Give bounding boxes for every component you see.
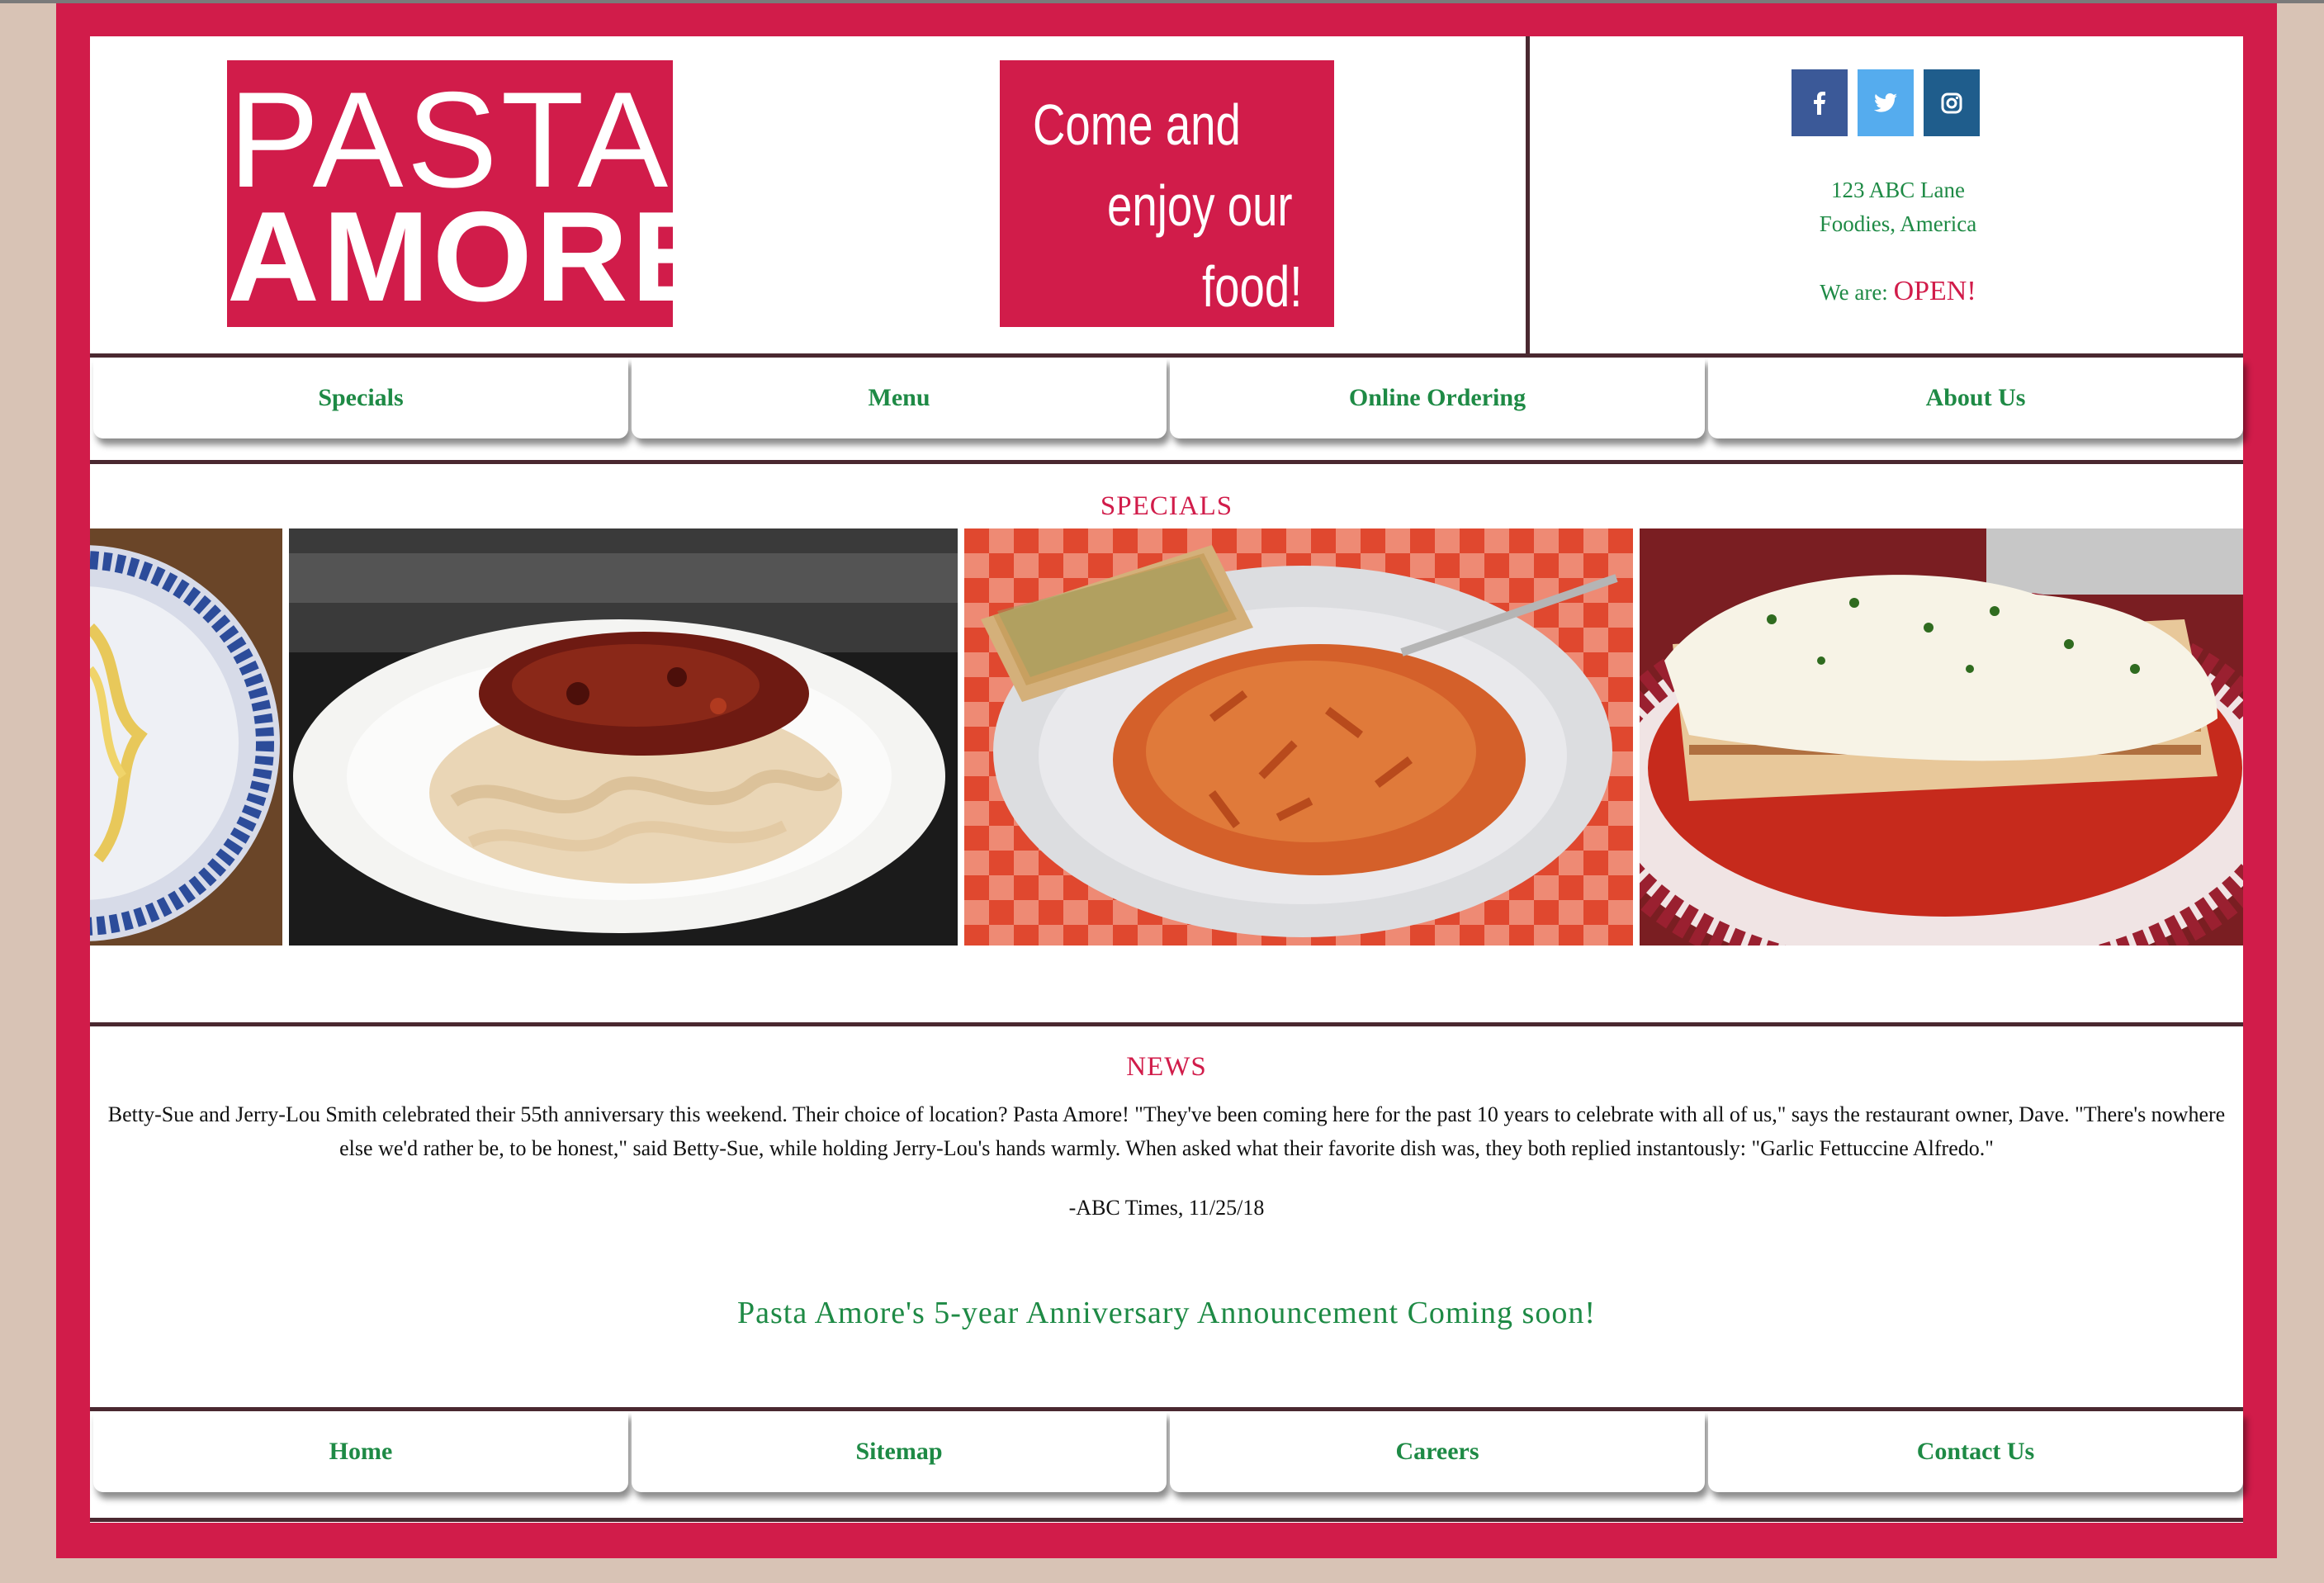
news-title: NEWS [1126,1052,1207,1082]
logo-text-line2: AMORE [227,185,673,327]
footer-nav: Home Sitemap Careers Contact Us [90,1411,2243,1492]
nav-menu[interactable]: Menu [632,358,1167,438]
nav-about-us[interactable]: About Us [1708,358,2243,438]
social-links [1792,69,1980,136]
status-value: OPEN! [1893,276,1976,306]
open-status: We are: OPEN! [1725,276,2071,307]
nav-specials[interactable]: Specials [93,358,628,438]
restaurant-address: 123 ABC Lane Foodies, America [1725,173,2071,241]
tagline-line-2: enjoy our [1107,173,1293,238]
specials-divider [90,1022,2243,1026]
specials-title: SPECIALS [1100,491,1233,521]
header-vertical-divider [1526,36,1530,355]
instagram-icon[interactable] [1924,69,1980,136]
address-line2: Foodies, America [1819,211,1977,236]
anniversary-announcement: Pasta Amore's 5-year Anniversary Announc… [736,1296,1596,1330]
address-line1: 123 ABC Lane [1831,178,1965,202]
special-image-penne-garlic-bread[interactable] [964,528,1633,946]
footer-home[interactable]: Home [93,1411,628,1492]
page-content: PASTA AMORE Come and enjoy our food! 123… [90,36,2243,1523]
footer-sitemap[interactable]: Sitemap [632,1411,1167,1492]
special-image-fettuccine-bolognese[interactable] [289,528,958,946]
tagline-line-1: Come and [1033,92,1241,157]
nav-divider [90,460,2243,464]
special-image-spaghetti[interactable] [90,528,282,946]
pasta-amore-logo[interactable]: PASTA AMORE [227,60,673,327]
page-frame: PASTA AMORE Come and enjoy our food! 123… [56,3,2277,1558]
status-label: We are: [1820,280,1888,305]
tagline-box: Come and enjoy our food! [1000,60,1334,327]
twitter-icon[interactable] [1858,69,1914,136]
nav-online-ordering[interactable]: Online Ordering [1170,358,1705,438]
news-source: -ABC Times, 11/25/18 [1068,1196,1265,1220]
footer-careers[interactable]: Careers [1170,1411,1705,1492]
special-image-lasagna[interactable] [1640,528,2243,946]
tagline-line-3: food! [1202,254,1303,319]
facebook-icon[interactable] [1792,69,1848,136]
news-article: Betty-Sue and Jerry-Lou Smith celebrated… [107,1102,2226,1160]
footer-divider [90,1518,2243,1522]
specials-carousel[interactable] [90,528,2243,946]
footer-contact-us[interactable]: Contact Us [1708,1411,2243,1492]
main-nav: Specials Menu Online Ordering About Us [90,358,2243,438]
